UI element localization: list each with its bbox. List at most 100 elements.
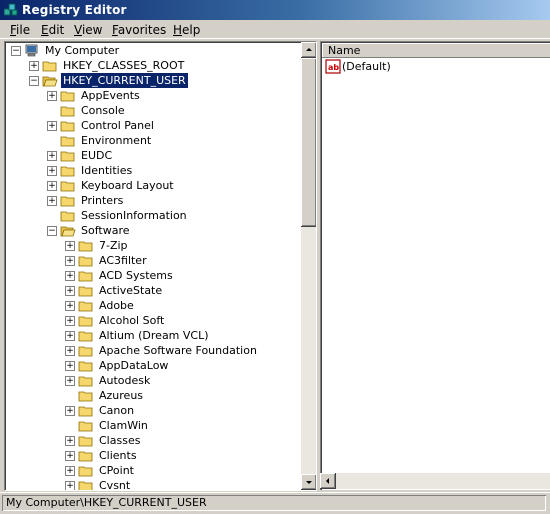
expand-icon[interactable]: + (65, 346, 75, 356)
expand-icon[interactable]: + (47, 91, 57, 101)
arrow-left-icon (326, 478, 329, 484)
collapse-icon[interactable]: − (29, 76, 39, 86)
string-value-icon: ab (325, 59, 341, 74)
folder-icon (42, 61, 57, 72)
tree-item[interactable]: Azureus (5, 388, 299, 403)
tree-item-label: 7-Zip (99, 239, 128, 252)
tree-item-label: Azureus (99, 389, 144, 402)
tree-item[interactable]: + HKEY_CLASSES_ROOT (5, 58, 299, 73)
tree-item-label: Software (81, 224, 130, 237)
tree-item[interactable]: + AppDataLow (5, 358, 299, 373)
expand-icon[interactable]: + (65, 361, 75, 371)
expand-icon[interactable]: + (47, 166, 57, 176)
tree-item[interactable]: + Altium (Dream VCL) (5, 328, 299, 343)
expand-icon[interactable]: + (47, 196, 57, 206)
expand-icon[interactable]: + (47, 121, 57, 131)
tree-item[interactable]: + ActiveState (5, 283, 299, 298)
scroll-thumb[interactable] (301, 58, 316, 227)
tree-item[interactable]: + Autodesk (5, 373, 299, 388)
menu-favorites[interactable]: Favorites (112, 23, 166, 37)
tree-item-label: AC3filter (99, 254, 147, 267)
arrow-up-icon (306, 48, 312, 51)
tree-item-label: HKEY_CLASSES_ROOT (63, 59, 185, 72)
tree-item[interactable]: + Classes (5, 433, 299, 448)
tree-item-label: ActiveState (99, 284, 163, 297)
expand-icon[interactable]: + (65, 406, 75, 416)
expand-icon[interactable]: + (65, 451, 75, 461)
column-header-name[interactable]: Name (322, 43, 550, 58)
tree-item[interactable]: + Canon (5, 403, 299, 418)
list-horizontal-scrollbar[interactable] (320, 473, 550, 489)
tree-item-label: Classes (99, 434, 141, 447)
folder-open-icon (42, 76, 58, 87)
expand-icon[interactable]: + (65, 301, 75, 311)
expand-icon[interactable]: + (65, 271, 75, 281)
tree-item-label: Apache Software Foundation (99, 344, 257, 357)
menu-help[interactable]: Help (173, 23, 200, 37)
tree-item[interactable]: − Software (5, 223, 299, 238)
expand-icon[interactable]: + (65, 286, 75, 296)
menu-file[interactable]: File (10, 23, 30, 37)
expand-icon[interactable]: + (65, 466, 75, 476)
collapse-icon[interactable]: − (47, 226, 57, 236)
menu-view[interactable]: View (74, 23, 102, 37)
collapse-icon[interactable]: − (11, 46, 21, 56)
tree-item[interactable]: +7-Zip (5, 238, 299, 253)
tree-item[interactable]: + Identities (5, 163, 299, 178)
tree-item[interactable]: + EUDC (5, 148, 299, 163)
folder-icon (60, 136, 75, 147)
expand-icon[interactable]: + (47, 181, 57, 191)
expand-icon[interactable]: + (65, 316, 75, 326)
tree-item[interactable]: + Control Panel (5, 118, 299, 133)
tree-item[interactable]: Console (5, 103, 299, 118)
tree-item[interactable]: + Alcohol Soft (5, 313, 299, 328)
expand-icon[interactable]: + (65, 241, 75, 251)
menu-edit[interactable]: Edit (41, 23, 64, 37)
values-list-pane[interactable]: Name ab (Default) (320, 41, 550, 490)
tree-item-label: AppDataLow (99, 359, 169, 372)
tree-item-label: AppEvents (81, 89, 140, 102)
tree-item-label: Console (81, 104, 125, 117)
tree-item[interactable]: ClamWin (5, 418, 299, 433)
expand-icon[interactable]: + (65, 481, 75, 490)
tree-item[interactable]: + AppEvents (5, 88, 299, 103)
tree-item[interactable]: Environment (5, 133, 299, 148)
svg-text:ab: ab (328, 63, 339, 72)
tree-item[interactable]: + Adobe (5, 298, 299, 313)
tree-item-label: Alcohol Soft (99, 314, 165, 327)
folder-icon (78, 451, 93, 462)
expand-icon[interactable]: + (65, 256, 75, 266)
folder-icon (78, 436, 93, 447)
title-bar[interactable]: Registry Editor (0, 0, 550, 20)
registry-tree-pane[interactable]: − My Computer + HKEY_CLASSES_ROOT − HKEY_CURR… (4, 41, 317, 491)
tree-item[interactable]: − My Computer (5, 43, 299, 58)
registry-editor-icon (4, 3, 18, 16)
tree-item-label: Keyboard Layout (81, 179, 174, 192)
tree-item[interactable]: + AC3filter (5, 253, 299, 268)
tree-item[interactable]: + Keyboard Layout (5, 178, 299, 193)
expand-icon[interactable]: + (29, 61, 39, 71)
folder-icon (78, 316, 93, 327)
expand-icon[interactable]: + (47, 151, 57, 161)
scroll-down-button[interactable] (301, 474, 316, 490)
folder-icon (60, 121, 75, 132)
scroll-left-button[interactable] (320, 473, 336, 489)
arrow-down-icon (306, 481, 312, 484)
tree-vertical-scrollbar[interactable] (301, 42, 316, 490)
tree-item-label: Altium (Dream VCL) (99, 329, 209, 342)
tree-item[interactable]: + Printers (5, 193, 299, 208)
tree-item[interactable]: + Cvsnt (5, 478, 299, 490)
tree-item[interactable]: + Apache Software Foundation (5, 343, 299, 358)
folder-icon (78, 421, 93, 432)
scroll-up-button[interactable] (301, 42, 316, 58)
tree-item[interactable]: + ACD Systems (5, 268, 299, 283)
tree-item[interactable]: + CPoint (5, 463, 299, 478)
expand-icon[interactable]: + (65, 436, 75, 446)
tree-item[interactable]: SessionInformation (5, 208, 299, 223)
expand-icon[interactable]: + (65, 331, 75, 341)
tree-item[interactable]: − HKEY_CURRENT_USER (5, 72, 299, 89)
folder-icon (78, 466, 93, 477)
expand-icon[interactable]: + (65, 376, 75, 386)
tree-item[interactable]: + Clients (5, 448, 299, 463)
tree-item-label: Environment (81, 134, 152, 147)
